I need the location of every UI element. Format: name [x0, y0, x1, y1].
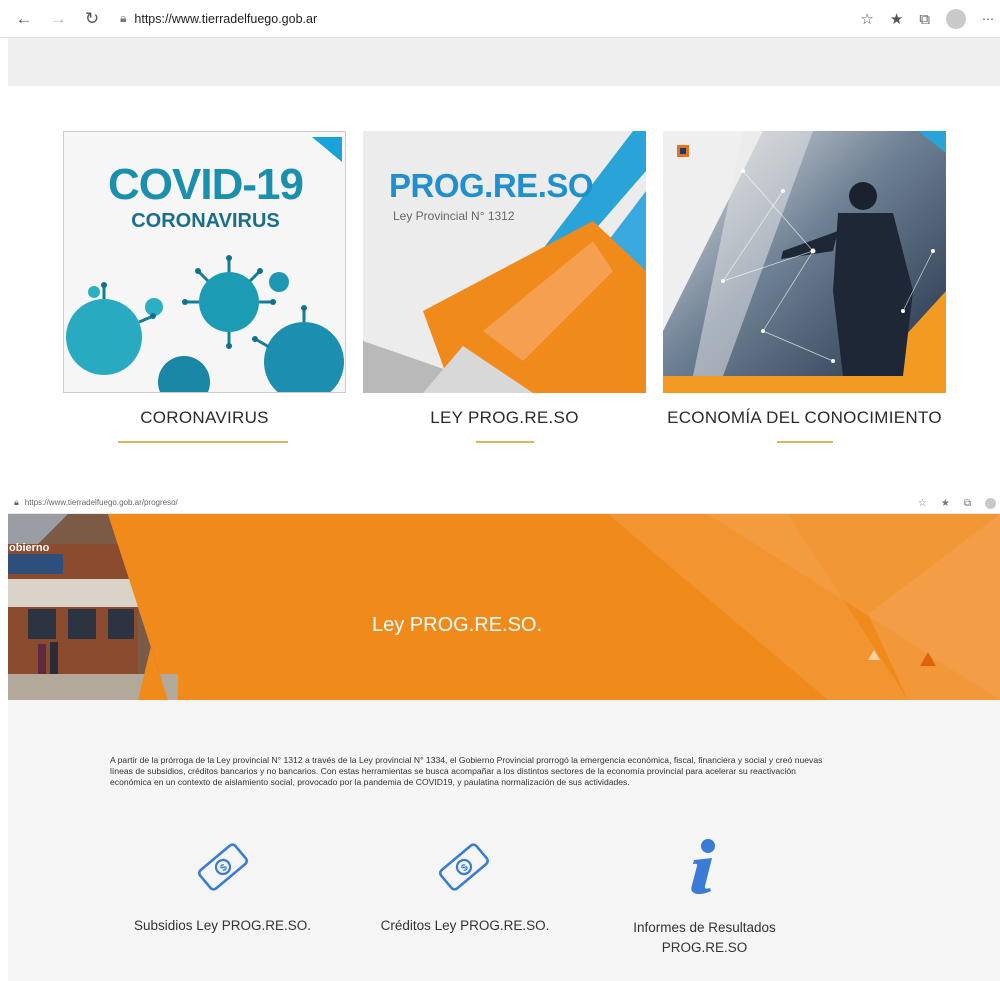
service-subsidios[interactable]: Subsidios Ley PROG.RE.SO.	[120, 918, 325, 933]
profile-avatar[interactable]	[985, 497, 996, 509]
browser-actions: ☆ ★ ⧉ ⋯	[860, 0, 1000, 38]
card-caption-ley-progreso[interactable]: LEY PROG.RE.SO	[363, 408, 646, 428]
hero-background	[8, 514, 1000, 700]
card-caption-economia[interactable]: ECONOMÍA DEL CONOCIMIENTO	[663, 408, 946, 428]
read-aloud-icon[interactable]: ☆	[860, 10, 873, 28]
arrow-left-icon[interactable]: ←	[14, 9, 34, 29]
covid-subtitle: CORONAVIRUS	[131, 210, 280, 232]
arrow-right-icon[interactable]: →	[48, 9, 68, 29]
card-caption-coronavirus[interactable]: CORONAVIRUS	[63, 408, 346, 428]
favorites-icon[interactable]: ★	[941, 498, 950, 509]
progreso-art-title: PROG.RE.SO	[389, 167, 594, 204]
profile-avatar[interactable]	[946, 9, 966, 29]
service-informes[interactable]: Informes de Resultados PROG.RE.SO	[612, 918, 797, 958]
browser-toolbar-secondary: 🔒︎ https://www.tierradelfuego.gob.ar/pro…	[8, 492, 1000, 514]
card-economia-conocimiento[interactable]	[663, 131, 946, 393]
money-bill-icon[interactable]: $	[196, 843, 250, 891]
lock-icon: 🔒︎	[14, 497, 19, 507]
address-bar-url[interactable]: https://www.tierradelfuego.gob.ar/progre…	[25, 498, 178, 507]
browser-toolbar: ← → ↻ 🔒︎ https://www.tierradelfuego.gob.…	[0, 0, 1000, 38]
header-band	[8, 38, 1000, 86]
caption-underline	[118, 441, 288, 443]
refresh-icon[interactable]: ↻	[82, 9, 102, 29]
address-bar-url: https://www.tierradelfuego.gob.ar	[134, 11, 318, 26]
hero-banner: obierno	[8, 514, 1000, 700]
economia-banner-image	[663, 131, 946, 393]
info-icon[interactable]	[686, 838, 722, 896]
caption-underline	[476, 441, 534, 443]
collections-icon[interactable]: ⧉	[919, 11, 930, 28]
covid-title: COVID-19	[108, 160, 304, 209]
caption-underline	[777, 441, 833, 443]
card-ley-progreso[interactable]: PROG.RE.SO Ley Provincial N° 1312	[363, 131, 646, 393]
favorites-icon[interactable]: ★	[890, 10, 903, 28]
money-bill-icon[interactable]: $	[437, 843, 491, 891]
more-menu-icon[interactable]: ⋯	[982, 12, 994, 26]
progreso-art-subtitle: Ley Provincial N° 1312	[393, 209, 515, 223]
card-coronavirus[interactable]: COVID-19 CORONAVIRUS	[63, 131, 346, 393]
page-title: Ley PROG.RE.SO.	[372, 614, 543, 636]
content-area	[8, 700, 1000, 981]
read-aloud-icon[interactable]: ☆	[918, 498, 927, 509]
building-sign: obierno	[9, 542, 50, 554]
lock-icon: 🔒︎	[120, 11, 127, 25]
collections-icon[interactable]: ⧉	[964, 498, 971, 509]
address-bar[interactable]: 🔒︎ https://www.tierradelfuego.gob.ar	[120, 11, 317, 26]
service-creditos[interactable]: Créditos Ley PROG.RE.SO.	[365, 918, 565, 933]
intro-paragraph: A partir de la prórroga de la Ley provin…	[110, 755, 823, 787]
browser-actions: ☆ ★ ⧉	[918, 492, 996, 514]
